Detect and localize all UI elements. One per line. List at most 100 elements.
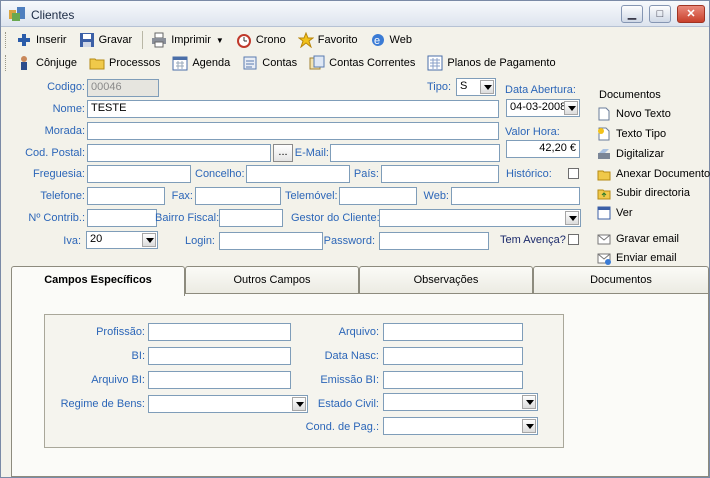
crono-button[interactable]: Crono xyxy=(234,29,288,51)
toolbar-separator xyxy=(142,31,144,49)
minimize-button[interactable]: ▁ xyxy=(621,5,643,23)
pais-field[interactable] xyxy=(381,165,499,183)
chevron-down-icon[interactable] xyxy=(142,233,156,247)
texto-tipo-link[interactable]: Texto Tipo xyxy=(597,127,666,141)
gravar-label: Gravar xyxy=(98,34,133,46)
codigo-label: Codigo: xyxy=(47,81,85,93)
subir-directoria-link[interactable]: Subir directoria xyxy=(597,186,690,200)
contrib-field[interactable] xyxy=(87,209,157,227)
tab-documentos[interactable]: Documentos xyxy=(533,266,709,294)
gravar-email-link[interactable]: Gravar email xyxy=(597,232,679,246)
cod-postal-field[interactable] xyxy=(87,144,271,162)
estado-civil-select[interactable] xyxy=(383,393,538,411)
subir-directoria-label: Subir directoria xyxy=(616,187,690,199)
tab-observacoes[interactable]: Observações xyxy=(359,266,533,294)
tem-avenca-checkbox[interactable] xyxy=(568,234,579,245)
web-field-label: Web: xyxy=(423,190,449,202)
historico-checkbox[interactable] xyxy=(568,168,579,179)
email-field[interactable] xyxy=(330,144,500,162)
inserir-label: Inserir xyxy=(36,34,67,46)
telemovel-field[interactable] xyxy=(339,187,417,205)
chevron-down-icon[interactable] xyxy=(564,101,578,115)
data-abertura-picker[interactable]: 04-03-2008 xyxy=(506,99,580,117)
agenda-button[interactable]: Agenda xyxy=(170,52,232,74)
ver-link[interactable]: Ver xyxy=(597,206,633,220)
planos-pagamento-button[interactable]: Planos de Pagamento xyxy=(425,52,557,74)
tab-campos-especificos[interactable]: Campos Específicos xyxy=(11,266,185,296)
data-abertura-value: 04-03-2008 xyxy=(510,101,567,113)
iva-select[interactable]: 20 xyxy=(86,231,158,249)
maximize-button[interactable]: □ xyxy=(649,5,671,23)
web-button[interactable]: e Web xyxy=(368,29,414,51)
arquivo-bi-field[interactable] xyxy=(148,371,291,389)
campos-especificos-panel: Profissão: BI: Arquivo BI: Regime de Ben… xyxy=(11,293,709,477)
close-button[interactable]: ✕ xyxy=(677,5,705,23)
enviar-email-link[interactable]: Enviar email xyxy=(597,251,677,265)
freguesia-field[interactable] xyxy=(87,165,191,183)
chevron-down-icon[interactable] xyxy=(480,80,494,94)
favorito-label: Favorito xyxy=(317,34,358,46)
attach-folder-icon xyxy=(597,167,611,181)
gestor-select[interactable] xyxy=(379,209,581,227)
calendar-icon xyxy=(172,55,188,71)
password-field[interactable] xyxy=(379,232,489,250)
morada-label: Morada: xyxy=(44,125,85,137)
dropdown-arrow-icon[interactable]: ▼ xyxy=(216,36,224,45)
cod-postal-lookup-button[interactable]: ... xyxy=(273,144,293,162)
bairro-fiscal-field[interactable] xyxy=(219,209,283,227)
star-icon xyxy=(297,32,314,48)
contas-correntes-button[interactable]: Contas Correntes xyxy=(307,52,417,74)
login-label: Login: xyxy=(185,235,215,247)
login-field[interactable] xyxy=(219,232,323,250)
favorito-button[interactable]: Favorito xyxy=(296,29,360,51)
gestor-label: Gestor do Cliente: xyxy=(291,212,380,224)
cond-pag-select[interactable] xyxy=(383,417,538,435)
cod-postal-label: Cod. Postal: xyxy=(25,147,85,159)
imprimir-button[interactable]: Imprimir ▼ xyxy=(149,29,226,51)
telefone-field[interactable] xyxy=(87,187,165,205)
conjuge-button[interactable]: Cônjuge xyxy=(14,52,79,74)
nome-field[interactable]: TESTE xyxy=(87,100,499,118)
contas-label: Contas xyxy=(262,57,298,69)
accounts-icon xyxy=(242,55,258,71)
anexar-documento-link[interactable]: Anexar Documento xyxy=(597,167,710,181)
novo-texto-link[interactable]: Novo Texto xyxy=(597,107,671,121)
tipo-value: S xyxy=(460,80,468,92)
emissao-bi-field[interactable] xyxy=(383,371,523,389)
morada-field[interactable] xyxy=(87,122,499,140)
template-icon xyxy=(597,127,611,141)
digitalizar-label: Digitalizar xyxy=(616,148,665,160)
tipo-select[interactable]: S xyxy=(456,78,496,96)
codigo-field[interactable]: 00046 xyxy=(87,79,159,97)
ledger-icon xyxy=(309,55,325,71)
regime-bens-label: Regime de Bens: xyxy=(60,398,145,410)
arquivo-field[interactable] xyxy=(383,323,523,341)
data-abertura-label: Data Abertura: xyxy=(505,84,576,96)
chevron-down-icon[interactable] xyxy=(565,211,579,225)
processos-button[interactable]: Processos xyxy=(87,52,162,74)
contas-button[interactable]: Contas xyxy=(240,52,299,74)
profissao-field[interactable] xyxy=(148,323,291,341)
telefone-label: Telefone: xyxy=(40,190,85,202)
printer-icon xyxy=(151,32,167,48)
bi-field[interactable] xyxy=(148,347,291,365)
toolbar-grip[interactable] xyxy=(5,55,8,71)
toolbar-grip[interactable] xyxy=(5,32,8,48)
chevron-down-icon[interactable] xyxy=(522,395,536,409)
data-nasc-field[interactable] xyxy=(383,347,523,365)
valor-hora-field[interactable]: 42,20 € xyxy=(506,140,580,158)
concelho-field[interactable] xyxy=(246,165,350,183)
floppy-disk-icon xyxy=(79,32,95,48)
web-field[interactable] xyxy=(451,187,580,205)
regime-bens-select[interactable] xyxy=(148,395,308,413)
processos-label: Processos xyxy=(108,57,161,69)
chevron-down-icon[interactable] xyxy=(522,419,536,433)
inserir-button[interactable]: Inserir xyxy=(14,29,69,51)
fax-field[interactable] xyxy=(195,187,281,205)
pais-label: País: xyxy=(353,168,379,180)
contrib-label: Nº Contrib.: xyxy=(28,212,85,224)
documents-heading: Documentos xyxy=(599,89,661,101)
digitalizar-link[interactable]: Digitalizar xyxy=(597,147,664,161)
gravar-button[interactable]: Gravar xyxy=(77,29,135,51)
tab-outros-campos[interactable]: Outros Campos xyxy=(185,266,359,294)
